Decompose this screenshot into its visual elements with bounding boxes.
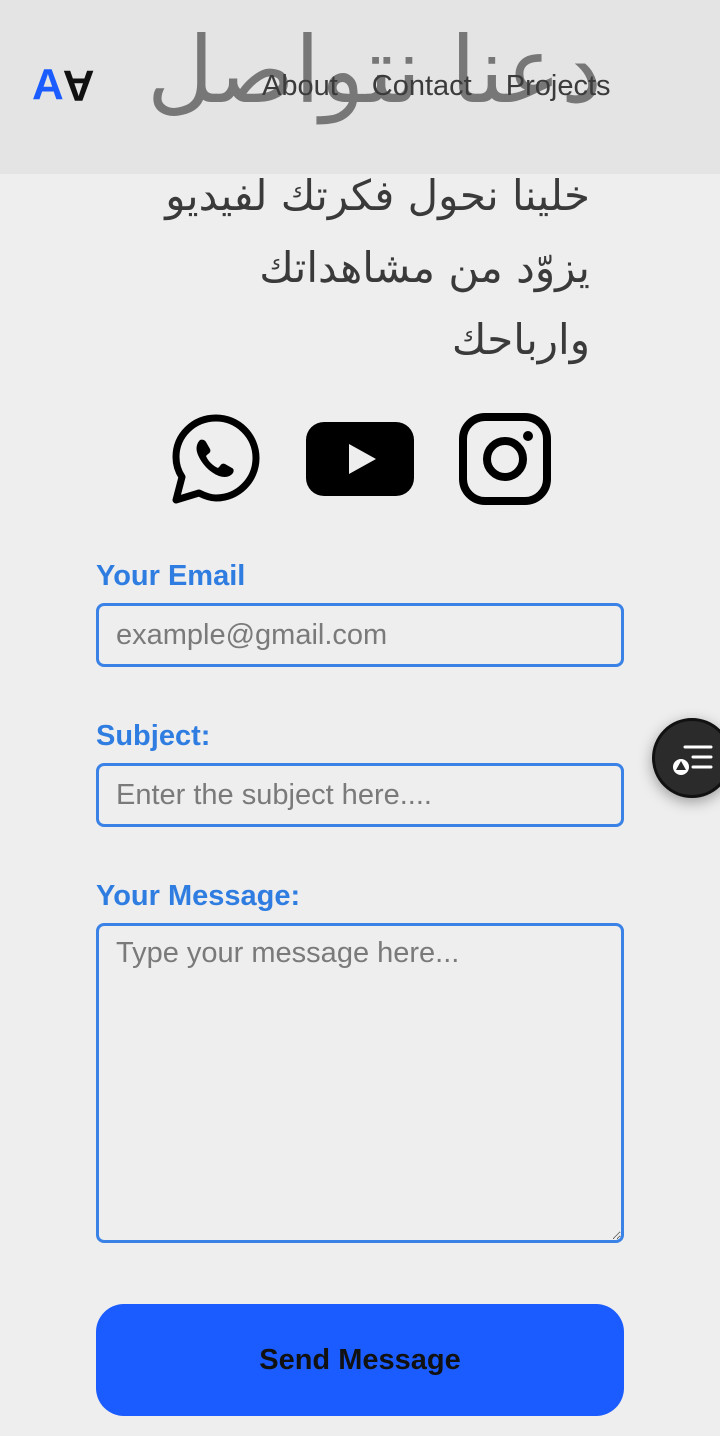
- send-message-button[interactable]: Send Message: [96, 1304, 624, 1416]
- nav-item-contact[interactable]: Contact: [372, 66, 472, 106]
- social-links: [0, 412, 720, 508]
- email-label: Your Email: [96, 560, 246, 592]
- list-menu-icon: [673, 745, 713, 775]
- message-field[interactable]: [96, 923, 624, 1243]
- instagram-icon[interactable]: [458, 412, 552, 510]
- logo-letter-a: A: [32, 60, 64, 109]
- nav-menu: About Contact Projects: [262, 66, 611, 106]
- floating-menu-button[interactable]: [652, 718, 720, 798]
- header: AA دعنا نتواصل About Contact Projects: [0, 0, 720, 174]
- youtube-icon[interactable]: [304, 420, 416, 502]
- subject-field[interactable]: [96, 763, 624, 827]
- whatsapp-icon[interactable]: [170, 412, 262, 508]
- email-field[interactable]: [96, 603, 624, 667]
- logo[interactable]: AA: [32, 58, 94, 112]
- nav-item-about[interactable]: About: [262, 66, 338, 106]
- subject-label: Subject:: [96, 720, 211, 752]
- contact-page: AA دعنا نتواصل About Contact Projects خل…: [0, 0, 720, 1436]
- nav-item-projects[interactable]: Projects: [506, 66, 611, 106]
- logo-letter-inverted-a: A: [62, 61, 94, 110]
- hero-subtitle: خلينا نحول فكرتك لفيديو يزوّد من مشاهدات…: [165, 171, 590, 364]
- message-label: Your Message:: [96, 880, 301, 912]
